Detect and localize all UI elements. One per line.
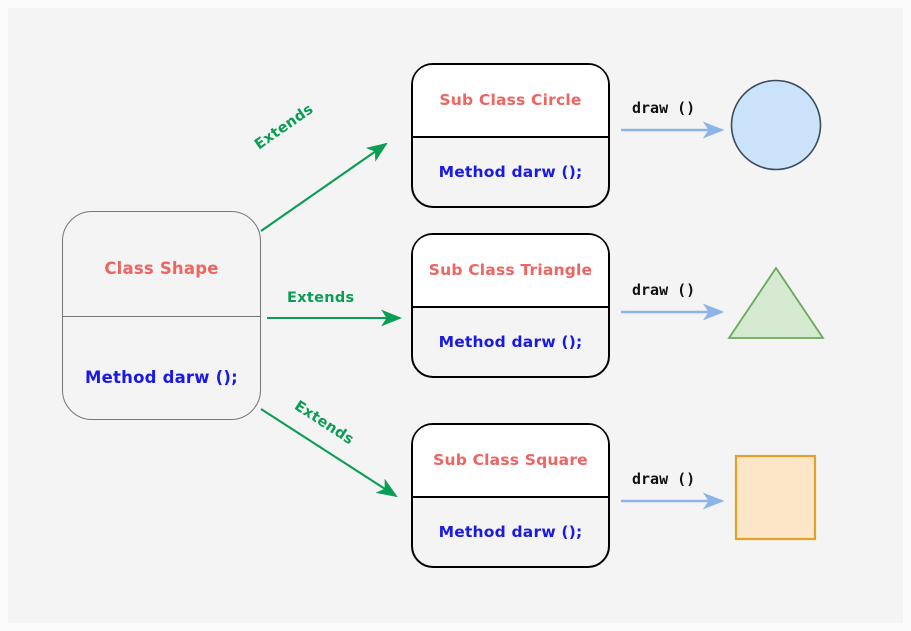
class-method-shape: Method darw (); [85,368,238,388]
class-method-sub-class-triangle: Method darw (); [438,332,583,351]
draw-call-label-square: draw () [632,470,696,488]
class-box-sub-class-circle[interactable]: Sub Class Circle Method darw (); [411,63,610,208]
class-box-shape[interactable]: Class Shape Method darw (); [62,211,261,420]
diagram-canvas: Class Shape Method darw (); Sub Class Ci… [0,0,911,631]
class-box-body: Method darw (); [413,308,608,377]
square-shape-figure [734,454,817,541]
class-box-body: Method darw (); [63,317,260,419]
class-method-sub-class-circle: Method darw (); [438,162,583,181]
class-box-sub-class-square[interactable]: Sub Class Square Method darw (); [411,423,610,568]
class-box-header: Sub Class Triangle [413,235,608,308]
class-method-sub-class-square: Method darw (); [438,522,583,541]
class-box-sub-class-triangle[interactable]: Sub Class Triangle Method darw (); [411,233,610,378]
class-title-sub-class-triangle: Sub Class Triangle [428,261,593,280]
circle-shape-figure [730,79,822,171]
class-box-header: Sub Class Circle [413,65,608,138]
extends-arrow-circle [260,142,388,232]
class-box-body: Method darw (); [413,138,608,207]
triangle-shape-figure [727,266,825,339]
class-box-body: Method darw (); [413,498,608,567]
class-box-header: Class Shape [63,212,260,317]
class-title-shape: Class Shape [104,259,219,279]
class-title-sub-class-square: Sub Class Square [433,451,588,470]
draw-call-label-circle: draw () [632,99,696,117]
class-box-header: Sub Class Square [413,425,608,498]
extends-label-triangle: Extends [287,290,355,306]
class-title-sub-class-circle: Sub Class Circle [439,91,582,110]
draw-call-label-triangle: draw () [632,281,696,299]
